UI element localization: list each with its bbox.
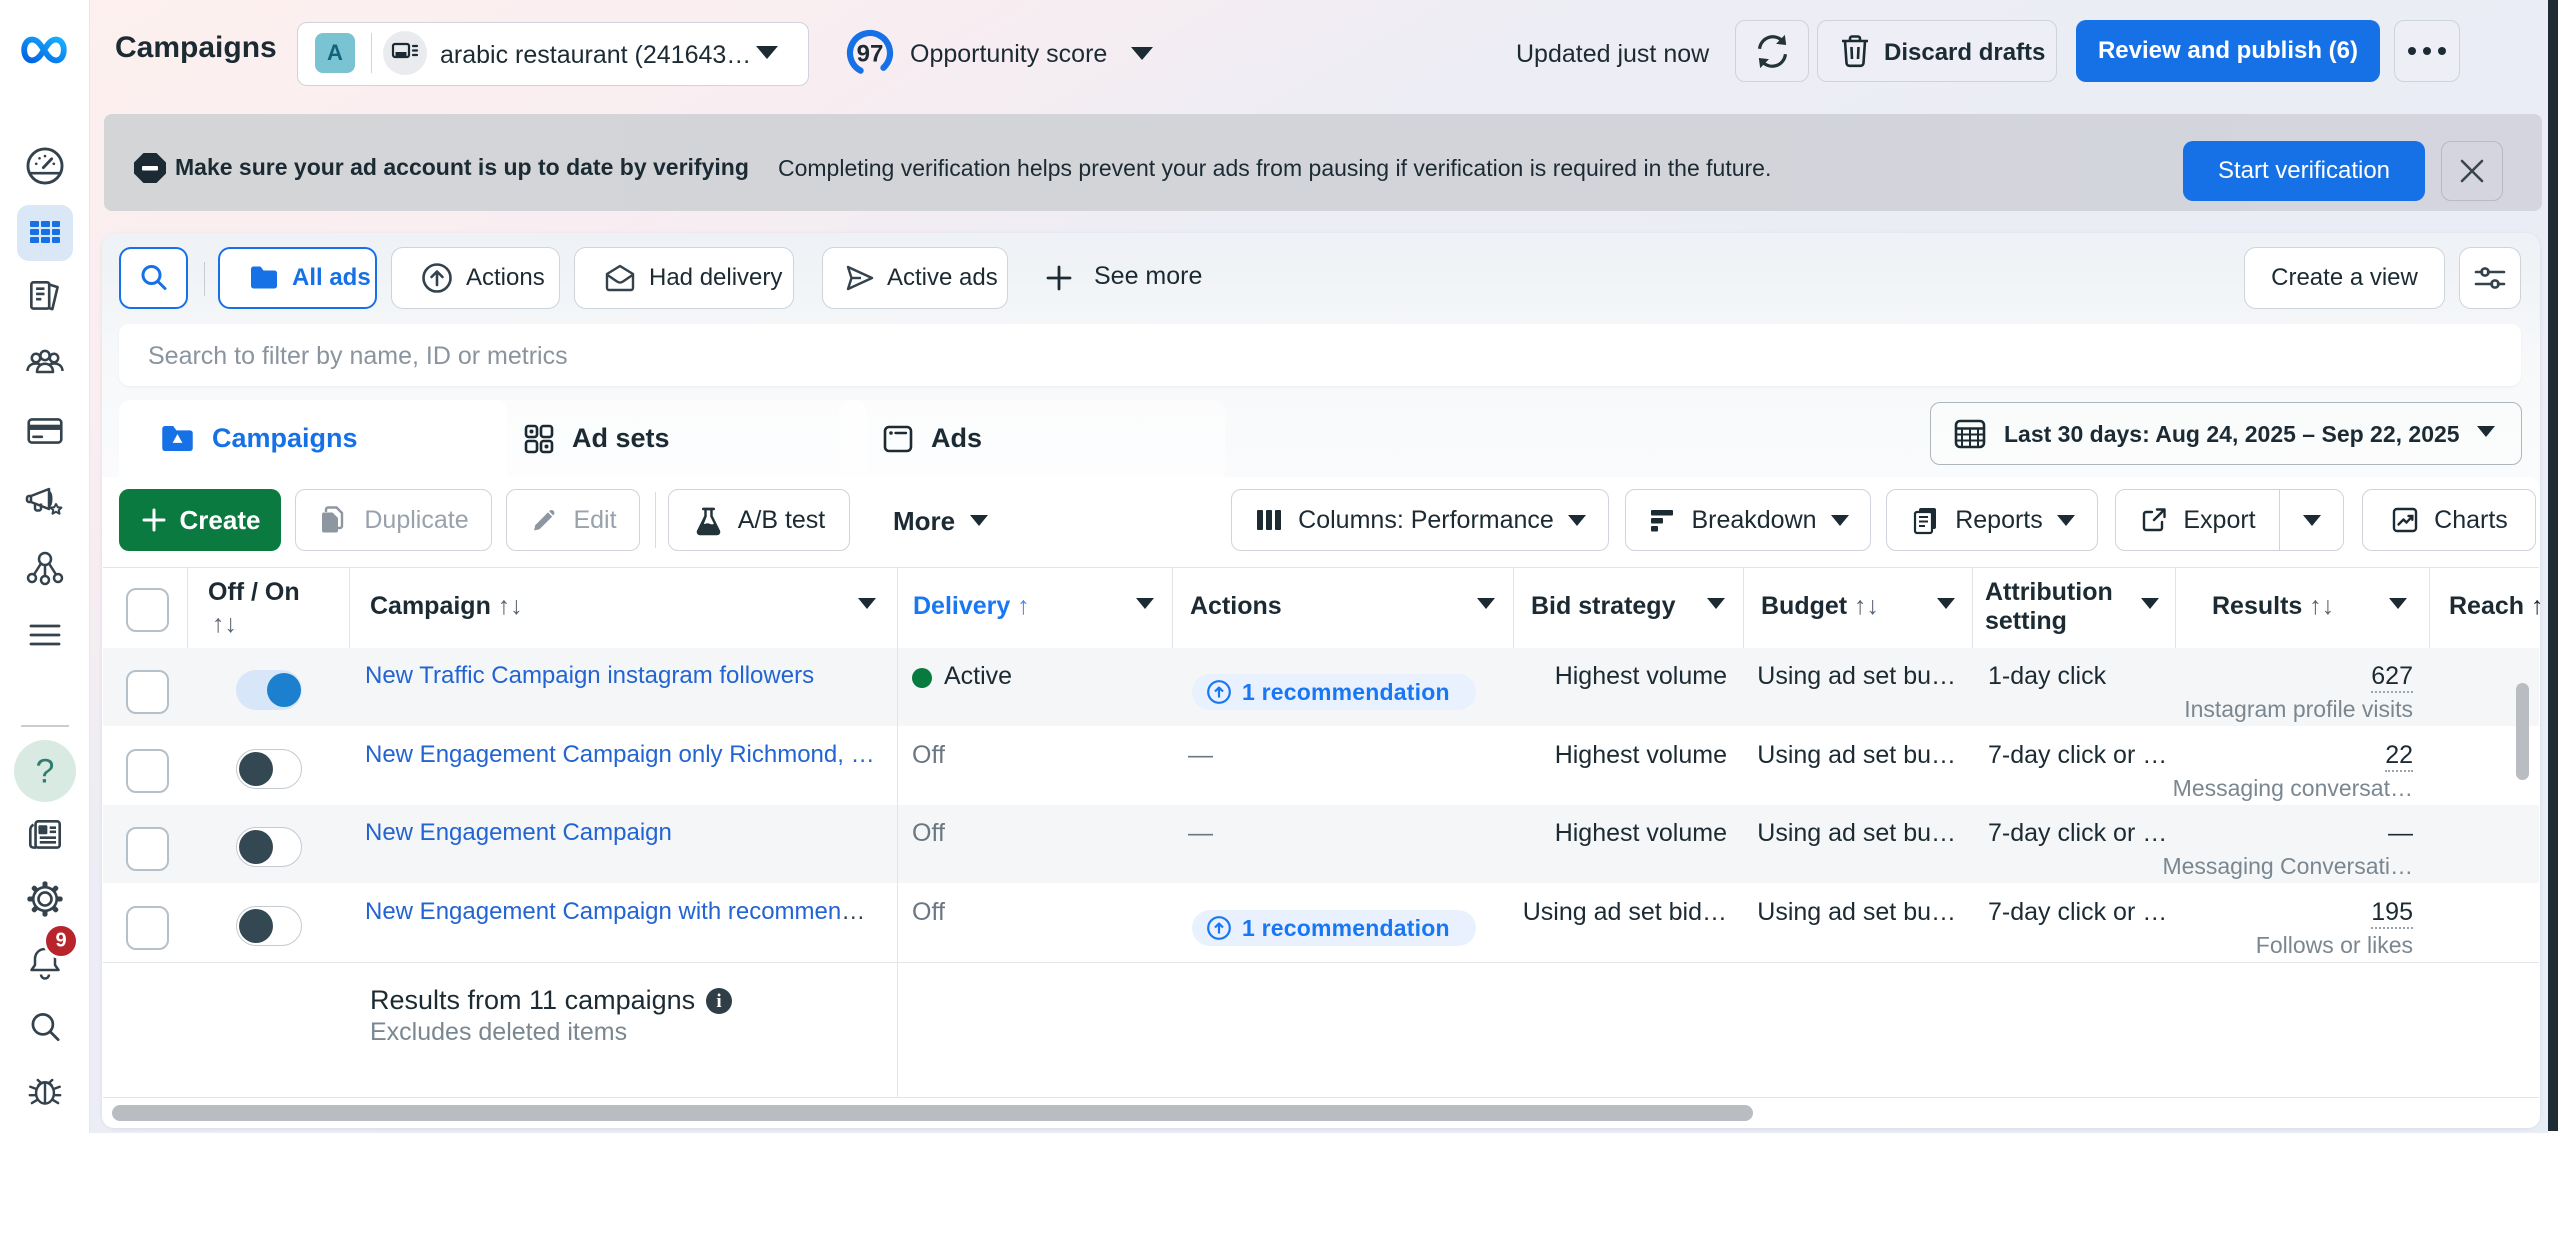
- svg-text:97: 97: [857, 41, 884, 68]
